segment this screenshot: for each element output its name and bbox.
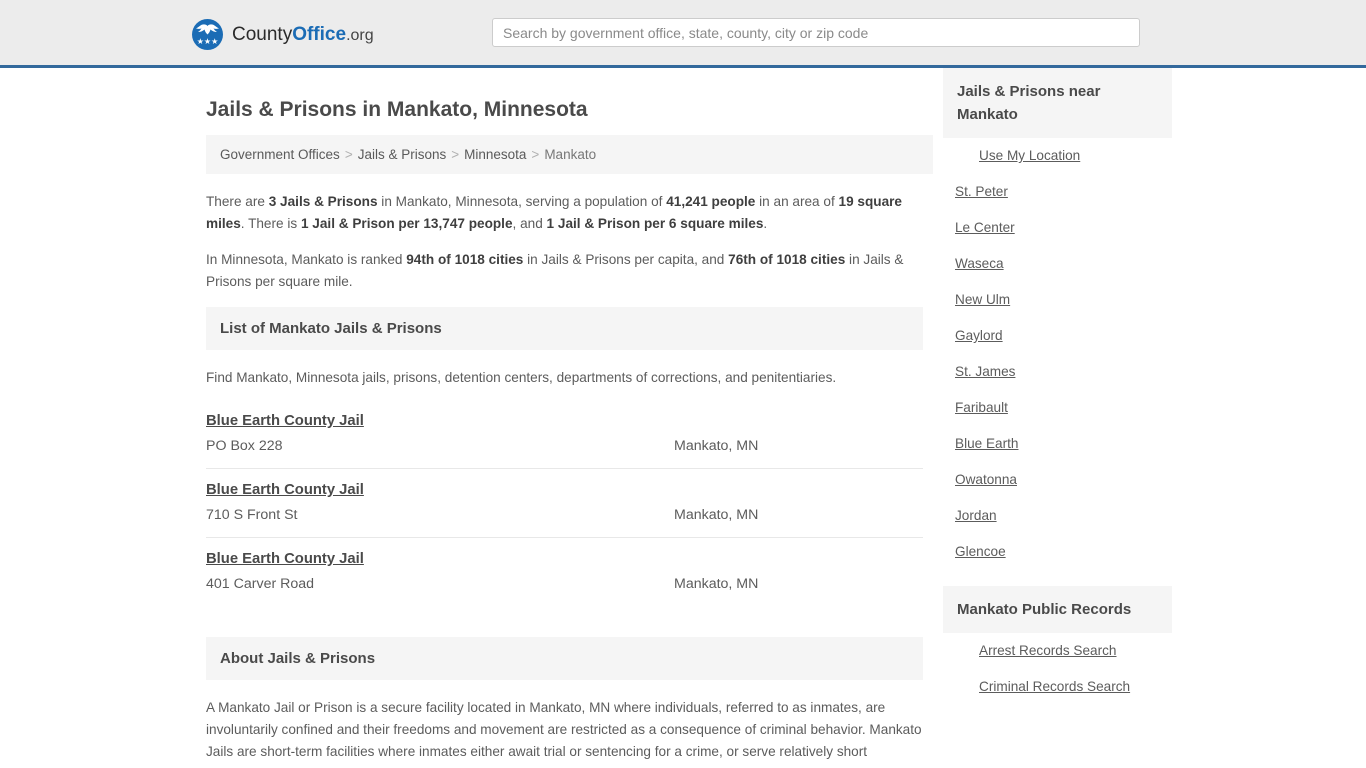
sidebar-city-waseca[interactable]: Waseca bbox=[943, 246, 1172, 282]
sidebar-city-glencoe[interactable]: Glencoe bbox=[943, 534, 1172, 570]
page-title: Jails & Prisons in Mankato, Minnesota bbox=[206, 98, 588, 121]
sidebar-use-my-location[interactable]: Use My Location bbox=[943, 138, 1172, 174]
site-logo-text: CountyOffice.org bbox=[232, 25, 374, 45]
list-item: St. Peter bbox=[943, 174, 1172, 210]
intro-text: In Minnesota, Mankato is ranked bbox=[206, 252, 407, 267]
breadcrumb-separator: > bbox=[531, 147, 540, 162]
listing-address: 710 S Front St bbox=[206, 507, 298, 523]
intro-statistics: There are 3 Jails & Prisons in Mankato, … bbox=[206, 191, 923, 293]
intro-text: in Mankato, Minnesota, serving a populat… bbox=[377, 194, 667, 209]
stat-rank-per-capita: 94th of 1018 cities bbox=[406, 252, 524, 267]
about-section-body: A Mankato Jail or Prison is a secure fac… bbox=[206, 697, 923, 768]
sidebar-arrest-records-search[interactable]: Arrest Records Search bbox=[943, 633, 1172, 669]
list-item: St. James bbox=[943, 354, 1172, 390]
sidebar-city-jordan[interactable]: Jordan bbox=[943, 498, 1172, 534]
about-paragraph: A Mankato Jail or Prison is a secure fac… bbox=[206, 700, 922, 768]
list-item: Owatonna bbox=[943, 462, 1172, 498]
intro-text: , and bbox=[512, 216, 547, 231]
table-row: Blue Earth County Jail PO Box 228 Mankat… bbox=[206, 400, 923, 469]
about-section-heading: About Jails & Prisons bbox=[206, 637, 923, 680]
sidebar-city-gaylord[interactable]: Gaylord bbox=[943, 318, 1172, 354]
listing-city-state: Mankato, MN bbox=[674, 576, 759, 592]
sidebar-nearby-links: Use My Location St. Peter Le Center Wase… bbox=[943, 138, 1172, 570]
list-item: Jordan bbox=[943, 498, 1172, 534]
list-item: Gaylord bbox=[943, 318, 1172, 354]
sidebar-city-faribault[interactable]: Faribault bbox=[943, 390, 1172, 426]
sidebar-city-st-james[interactable]: St. James bbox=[943, 354, 1172, 390]
list-item: New Ulm bbox=[943, 282, 1172, 318]
search-input[interactable] bbox=[492, 18, 1140, 47]
table-row: Blue Earth County Jail 401 Carver Road M… bbox=[206, 538, 923, 606]
page-body: Jails & Prisons in Mankato, Minnesota Go… bbox=[0, 68, 1366, 768]
logo-text-office: Office bbox=[292, 23, 347, 45]
intro-text: There are bbox=[206, 194, 269, 209]
list-item: Waseca bbox=[943, 246, 1172, 282]
listing-address: 401 Carver Road bbox=[206, 576, 315, 592]
list-item: Glencoe bbox=[943, 534, 1172, 570]
intro-paragraph-2: In Minnesota, Mankato is ranked 94th of … bbox=[206, 249, 923, 293]
stat-total-facilities: 3 Jails & Prisons bbox=[268, 194, 378, 209]
sidebar-city-owatonna[interactable]: Owatonna bbox=[943, 462, 1172, 498]
jails-prisons-list: Blue Earth County Jail PO Box 228 Mankat… bbox=[206, 400, 923, 606]
sidebar-public-records-heading: Mankato Public Records bbox=[943, 586, 1172, 633]
sidebar-city-le-center[interactable]: Le Center bbox=[943, 210, 1172, 246]
sidebar-criminal-records-search[interactable]: Criminal Records Search bbox=[943, 669, 1172, 705]
listing-name-link[interactable]: Blue Earth County Jail bbox=[206, 480, 364, 501]
breadcrumb-item-minnesota[interactable]: Minnesota bbox=[464, 147, 526, 162]
stat-per-square-mile: 1 Jail & Prison per 6 square miles bbox=[546, 216, 764, 231]
list-item: Criminal Records Search bbox=[943, 669, 1172, 705]
listing-city-state: Mankato, MN bbox=[674, 507, 759, 523]
site-header: ★★★ CountyOffice.org bbox=[0, 0, 1366, 68]
list-item: Use My Location bbox=[943, 138, 1172, 174]
breadcrumb-item-mankato: Mankato bbox=[544, 147, 597, 162]
list-section-description: Find Mankato, Minnesota jails, prisons, … bbox=[206, 370, 837, 385]
table-row: Blue Earth County Jail 710 S Front St Ma… bbox=[206, 469, 923, 538]
list-item: Faribault bbox=[943, 390, 1172, 426]
sidebar-city-blue-earth[interactable]: Blue Earth bbox=[943, 426, 1172, 462]
stat-rank-per-square-mile: 76th of 1018 cities bbox=[728, 252, 846, 267]
list-item: Arrest Records Search bbox=[943, 633, 1172, 669]
list-item: Blue Earth bbox=[943, 426, 1172, 462]
listing-name-link[interactable]: Blue Earth County Jail bbox=[206, 549, 364, 570]
stat-per-capita: 1 Jail & Prison per 13,747 people bbox=[300, 216, 513, 231]
intro-paragraph-1: There are 3 Jails & Prisons in Mankato, … bbox=[206, 191, 923, 235]
content-container: Jails & Prisons in Mankato, Minnesota Go… bbox=[192, 68, 1174, 768]
intro-text: in an area of bbox=[755, 194, 839, 209]
breadcrumb: Government Offices > Jails & Prisons > Minne… bbox=[206, 135, 933, 174]
main-column: Jails & Prisons in Mankato, Minnesota Go… bbox=[196, 68, 933, 768]
intro-text: . bbox=[763, 216, 768, 231]
intro-text: in Jails & Prisons per capita, and bbox=[523, 252, 729, 267]
countyoffice-eagle-logo-icon: ★★★ bbox=[192, 19, 223, 50]
list-section-heading: List of Mankato Jails & Prisons bbox=[206, 307, 923, 350]
listing-details: Blue Earth County Jail PO Box 228 bbox=[206, 411, 674, 457]
logo-text-tld: .org bbox=[346, 26, 374, 44]
sidebar-public-records-links: Arrest Records Search Criminal Records S… bbox=[943, 633, 1172, 705]
intro-text: . There is bbox=[240, 216, 301, 231]
listing-details: Blue Earth County Jail 710 S Front St bbox=[206, 480, 674, 526]
logo-text-county: County bbox=[232, 23, 293, 45]
listing-details: Blue Earth County Jail 401 Carver Road bbox=[206, 549, 674, 595]
listing-address: PO Box 228 bbox=[206, 438, 283, 454]
breadcrumb-item-jails-prisons[interactable]: Jails & Prisons bbox=[358, 147, 447, 162]
breadcrumb-separator: > bbox=[344, 147, 353, 162]
sidebar-nearby-heading: Jails & Prisons near Mankato bbox=[943, 68, 1172, 138]
breadcrumb-item-government-offices[interactable]: Government Offices bbox=[220, 147, 340, 162]
stat-population: 41,241 people bbox=[666, 194, 756, 209]
listing-name-link[interactable]: Blue Earth County Jail bbox=[206, 411, 364, 432]
breadcrumb-separator: > bbox=[451, 147, 460, 162]
sidebar-city-new-ulm[interactable]: New Ulm bbox=[943, 282, 1172, 318]
listing-city-state: Mankato, MN bbox=[674, 438, 759, 454]
sidebar: Jails & Prisons near Mankato Use My Loca… bbox=[943, 68, 1172, 705]
list-item: Le Center bbox=[943, 210, 1172, 246]
site-logo[interactable]: ★★★ CountyOffice.org bbox=[192, 19, 374, 50]
three-stars-icon: ★★★ bbox=[196, 37, 219, 46]
sidebar-city-st-peter[interactable]: St. Peter bbox=[943, 174, 1172, 210]
